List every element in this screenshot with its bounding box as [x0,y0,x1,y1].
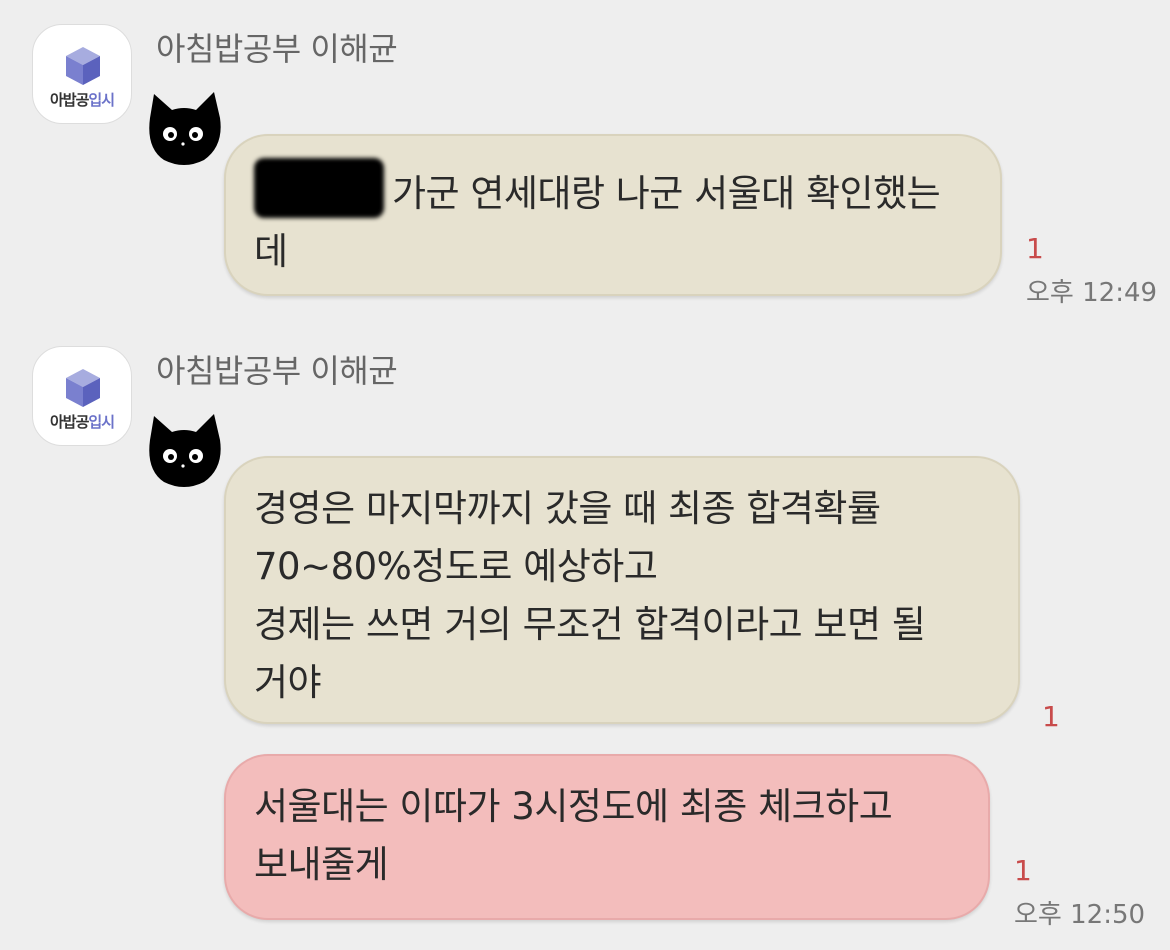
message-line: 보내줄게 [254,843,389,886]
message-bubble[interactable]: 경영은 마지막까지 갔을 때 최종 합격확률 70~80%정도로 예상하고 경제… [224,456,1020,724]
cube-logo-icon [66,369,100,407]
message-line: 경영은 마지막까지 갔을 때 최종 합격확률 [254,487,881,530]
unread-count: 1 [1042,700,1060,733]
message-line: 거야 [254,661,322,704]
black-cat-icon [149,92,221,165]
message-line: 가군 연세대랑 나군 서울대 확인했는 [254,158,972,223]
avatar-logo-text: 아밥공입시 [49,91,115,109]
unread-count: 1 [1014,854,1032,887]
unread-count: 1 [1026,232,1044,265]
timestamp: 오후 12:49 [1026,278,1158,308]
redaction-mark [254,158,384,218]
message-line: 서울대는 이따가 3시정도에 최종 체크하고 [254,785,893,828]
avatar[interactable]: 아밥공입시 [32,346,132,446]
avatar-logo-text: 아밥공입시 [49,413,115,431]
message-bubble[interactable]: 가군 연세대랑 나군 서울대 확인했는 데 [224,134,1002,296]
sender-name: 아침밥공부 이해균 [156,30,398,68]
avatar[interactable]: 아밥공입시 [32,24,132,124]
message-line: 경제는 쓰면 거의 무조건 합격이라고 보면 될 [254,603,926,646]
black-cat-icon [149,414,221,487]
timestamp: 오후 12:50 [1014,900,1146,930]
message-line: 데 [254,230,288,273]
message-line: 70~80%정도로 예상하고 [254,545,658,588]
message-bubble[interactable]: 서울대는 이따가 3시정도에 최종 체크하고 보내줄게 [224,754,990,920]
sender-name: 아침밥공부 이해균 [156,352,398,390]
cube-logo-icon [66,47,100,85]
